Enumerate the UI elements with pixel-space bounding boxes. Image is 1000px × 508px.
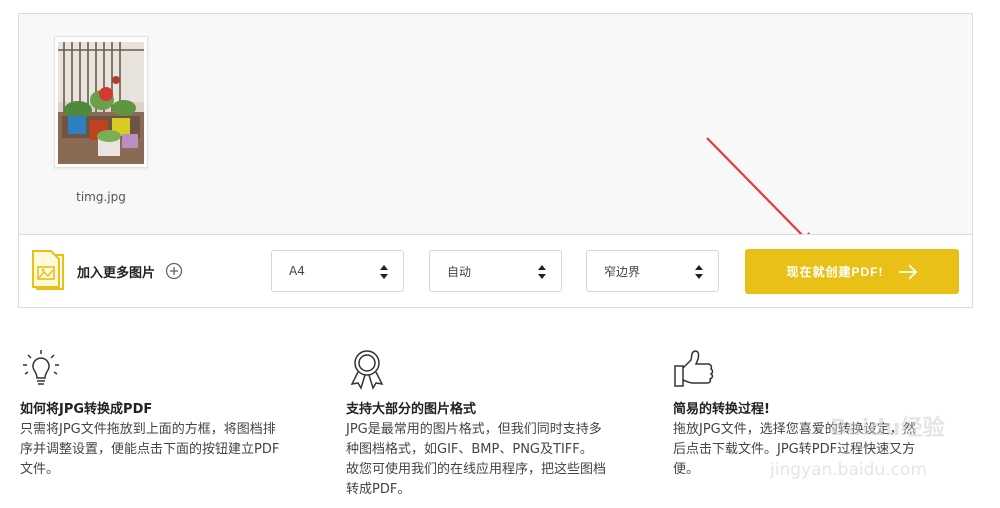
feature-description: 只需将JPG文件拖放到上面的方框，将图档排 序并调整设置，便能点击下面的按钮建立… — [20, 422, 280, 477]
thumbs-up-icon — [674, 350, 714, 387]
arrow-right-icon — [898, 263, 917, 280]
options-toolbar: 加入更多图片 A4 自动 窄边界 现在就创建PDF! — [19, 234, 972, 307]
add-more-images-button[interactable]: 加入更多图片 — [31, 249, 183, 293]
upload-drop-area[interactable]: timg.jpg 加入更多图片 A4 自动 窄边界 现在就创建PDF! — [18, 13, 973, 308]
page-size-select[interactable]: A4 — [271, 250, 404, 292]
orientation-select[interactable]: 自动 — [429, 250, 562, 292]
create-pdf-button[interactable]: 现在就创建PDF! — [745, 249, 959, 294]
feature-description: 拖放JPG文件，选择您喜爱的转换设定，然 后点击下载文件。JPG转PDF过程快速… — [673, 422, 916, 477]
plus-circle-icon[interactable] — [165, 262, 183, 280]
thumbnail-filename: timg.jpg — [76, 190, 126, 204]
image-thumbnail-card[interactable] — [54, 36, 148, 168]
sort-arrows-icon — [695, 265, 703, 279]
margin-select[interactable]: 窄边界 — [586, 250, 719, 292]
feature-description: JPG是最常用的图片格式，但我们同时支持多 种图档格式，如GIF、BMP、PNG… — [346, 422, 607, 497]
sort-arrows-icon — [380, 265, 388, 279]
feature-title: 简易的转换过程! — [673, 402, 770, 417]
sort-arrows-icon — [538, 265, 546, 279]
create-pdf-label: 现在就创建PDF! — [786, 265, 884, 279]
margin-value: 窄边界 — [604, 264, 641, 279]
orientation-value: 自动 — [447, 264, 472, 279]
page-size-value: A4 — [289, 264, 305, 278]
award-ribbon-icon — [350, 350, 384, 390]
feature-title: 如何将JPG转换成PDF — [20, 402, 153, 417]
image-file-icon — [32, 250, 64, 290]
add-more-label: 加入更多图片 — [77, 265, 156, 281]
feature-title: 支持大部分的图片格式 — [346, 402, 477, 417]
lightbulb-icon — [23, 350, 59, 385]
plant-photo-thumbnail — [58, 42, 144, 164]
feature-how-to: 如何将JPG转换成PDF 只需将JPG文件拖放到上面的方框，将图档排 序并调整设… — [20, 348, 330, 480]
feature-simple: 简易的转换过程! 拖放JPG文件，选择您喜爱的转换设定，然 后点击下载文件。JP… — [673, 348, 983, 480]
feature-formats: 支持大部分的图片格式 JPG是最常用的图片格式，但我们同时支持多 种图档格式，如… — [346, 348, 656, 500]
